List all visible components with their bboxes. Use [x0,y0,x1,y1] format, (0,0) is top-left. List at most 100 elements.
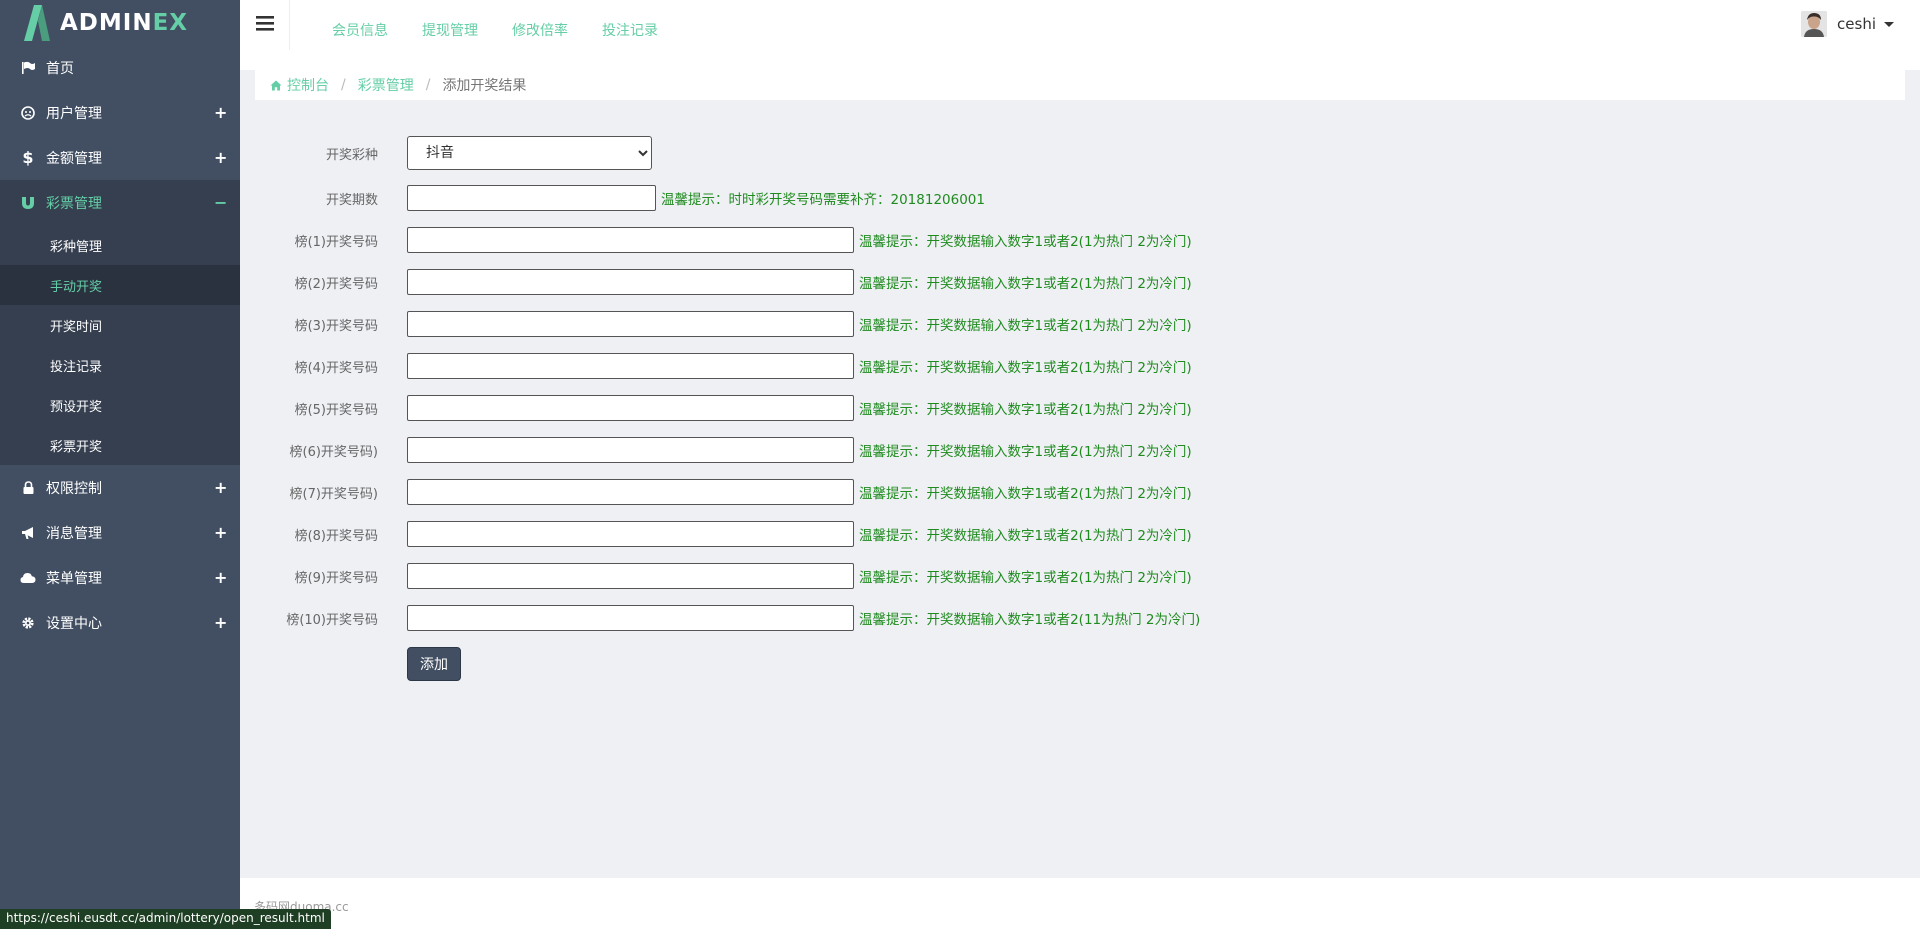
rank-2-input[interactable] [407,269,854,295]
nav-bet-records[interactable]: 投注记录 [602,20,658,40]
sidebar-item-label: 用户管理 [46,105,102,122]
breadcrumb-separator: / [425,77,431,93]
submenu-item-lottery-types[interactable]: 彩种管理 [0,225,240,265]
rank-1-tip: 温馨提示：开奖数据输入数字1或者2(1为热门 2为冷门) [859,234,1192,250]
rank-4-tip: 温馨提示：开奖数据输入数字1或者2(1为热门 2为冷门) [859,360,1192,376]
collapse-icon: − [214,193,228,212]
lottery-type-label: 开奖彩种 [325,147,378,163]
sidebar-item-lottery[interactable]: 彩票管理 − [0,180,240,225]
sidebar-item-home[interactable]: 首页 [0,45,240,90]
sidebar-toggle-button[interactable] [240,0,290,50]
avatar [1801,11,1828,37]
submenu-item-preset-draw[interactable]: 预设开奖 [0,385,240,425]
rank-7-label: 榜(7)开奖号码) [289,486,379,502]
logo[interactable]: ADMINEX [0,0,240,45]
footer: 多码网duoma.cc [240,878,1920,929]
rank-5-label: 榜(5)开奖号码 [294,402,378,418]
lottery-type-select[interactable]: 抖音 [407,136,652,170]
rank-1-input[interactable] [407,227,854,253]
submenu-item-lottery-draw[interactable]: 彩票开奖 [0,425,240,465]
breadcrumb-separator: / [341,77,346,93]
sidebar-menu: 首页 用户管理 + $ 金额管理 + 彩票管理 − [0,45,240,225]
magnet-icon [20,195,36,211]
rank-4-label: 榜(4)开奖号码 [294,360,378,376]
expand-icon: + [214,613,228,632]
submenu-item-draw-time[interactable]: 开奖时间 [0,305,240,345]
sidebar-item-messages[interactable]: 消息管理 + [0,510,240,555]
breadcrumb-parent[interactable]: 彩票管理 [358,75,414,95]
expand-icon: + [214,523,228,542]
sidebar-item-finance[interactable]: $ 金额管理 + [0,135,240,180]
sidebar-item-permissions[interactable]: 权限控制 + [0,465,240,510]
sidebar-item-menus[interactable]: 菜单管理 + [0,555,240,600]
expand-icon: + [214,478,228,497]
breadcrumb: 控制台 / 彩票管理 / 添加开奖结果 [255,70,1905,100]
user-menu[interactable]: ceshi [1801,11,1894,37]
rank-3-input[interactable] [407,311,854,337]
expand-icon: + [214,568,228,587]
hamburger-icon [255,15,274,35]
rank-1-label: 榜(1)开奖号码 [294,234,378,250]
expand-icon: + [214,148,228,167]
rank-9-input[interactable] [407,563,854,589]
form-row-rank-2: 榜(2)开奖号码 温馨提示：开奖数据输入数字1或者2(1为热门 2为冷门) [240,269,1192,295]
breadcrumb-home[interactable]: 控制台 [287,75,329,95]
dollar-icon: $ [22,148,34,167]
rank-10-input[interactable] [407,605,854,631]
top-nav: 会员信息 提现管理 修改倍率 投注记录 [332,20,658,40]
sidebar-item-label: 消息管理 [46,525,102,542]
top-header: 会员信息 提现管理 修改倍率 投注记录 ceshi [240,0,1920,70]
rank-8-tip: 温馨提示：开奖数据输入数字1或者2(1为热门 2为冷门) [859,528,1192,544]
form-row-rank-3: 榜(3)开奖号码 温馨提示：开奖数据输入数字1或者2(1为热门 2为冷门) [240,311,1192,337]
period-label: 开奖期数 [325,192,378,208]
sidebar-menu-lower: 权限控制 + 消息管理 + 菜单管理 + 设置中心 + [0,465,240,645]
add-button[interactable]: 添加 [407,647,461,681]
rank-10-label: 榜(10)开奖号码 [286,612,378,628]
sidebar-item-users[interactable]: 用户管理 + [0,90,240,135]
lock-icon [20,480,36,496]
rank-7-tip: 温馨提示：开奖数据输入数字1或者2(1为热门 2为冷门) [859,486,1192,502]
rank-4-input[interactable] [407,353,854,379]
form-row-rank-5: 榜(5)开奖号码 温馨提示：开奖数据输入数字1或者2(1为热门 2为冷门) [240,395,1192,421]
status-bar-url: https://ceshi.eusdt.cc/admin/lottery/ope… [0,909,331,929]
lottery-submenu: 彩种管理 手动开奖 开奖时间 投注记录 预设开奖 彩票开奖 [0,225,240,465]
sidebar-item-label: 权限控制 [46,480,102,497]
flag-icon [20,60,36,76]
rank-5-input[interactable] [407,395,854,421]
rank-10-tip: 温馨提示：开奖数据输入数字1或者2(11为热门 2为冷门) [859,612,1201,628]
rank-7-input[interactable] [407,479,854,505]
sidebar-item-label: 设置中心 [46,615,102,632]
period-tip: 温馨提示：时时彩开奖号码需要补齐：20181206001 [661,192,985,208]
nav-modify-odds[interactable]: 修改倍率 [512,20,568,40]
form-row-rank-4: 榜(4)开奖号码 温馨提示：开奖数据输入数字1或者2(1为热门 2为冷门) [240,353,1192,379]
rank-6-input[interactable] [407,437,854,463]
form-row-rank-10: 榜(10)开奖号码 温馨提示：开奖数据输入数字1或者2(11为热门 2为冷门) [240,605,1200,631]
home-icon [270,80,282,91]
period-input[interactable] [407,185,656,211]
submenu-item-manual-draw[interactable]: 手动开奖 [0,265,240,305]
rank-9-label: 榜(9)开奖号码 [294,570,378,586]
nav-withdraw-management[interactable]: 提现管理 [422,20,478,40]
rank-5-tip: 温馨提示：开奖数据输入数字1或者2(1为热门 2为冷门) [859,402,1192,418]
form-row-rank-6: 榜(6)开奖号码) 温馨提示：开奖数据输入数字1或者2(1为热门 2为冷门) [240,437,1192,463]
rank-6-tip: 温馨提示：开奖数据输入数字1或者2(1为热门 2为冷门) [859,444,1192,460]
form-row-rank-8: 榜(8)开奖号码 温馨提示：开奖数据输入数字1或者2(1为热门 2为冷门) [240,521,1192,547]
rank-3-tip: 温馨提示：开奖数据输入数字1或者2(1为热门 2为冷门) [859,318,1192,334]
rank-2-tip: 温馨提示：开奖数据输入数字1或者2(1为热门 2为冷门) [859,276,1192,292]
nav-member-info[interactable]: 会员信息 [332,20,388,40]
rank-3-label: 榜(3)开奖号码 [294,318,378,334]
caret-down-icon [1884,21,1894,27]
sidebar-item-label: 首页 [46,60,74,77]
submenu-item-bet-records[interactable]: 投注记录 [0,345,240,385]
rank-2-label: 榜(2)开奖号码 [294,276,378,292]
gear-icon [20,615,36,631]
form-row-period: 开奖期数 温馨提示：时时彩开奖号码需要补齐：20181206001 [240,185,985,211]
user-circle-icon [20,105,36,121]
rank-9-tip: 温馨提示：开奖数据输入数字1或者2(1为热门 2为冷门) [859,570,1192,586]
rank-8-input[interactable] [407,521,854,547]
sidebar-item-settings[interactable]: 设置中心 + [0,600,240,645]
form-row-lottery-type: 开奖彩种 抖音 [240,136,652,170]
logo-text: ADMINEX [60,9,189,36]
form-row-rank-1: 榜(1)开奖号码 温馨提示：开奖数据输入数字1或者2(1为热门 2为冷门) [240,227,1192,253]
cloud-icon [20,570,36,586]
